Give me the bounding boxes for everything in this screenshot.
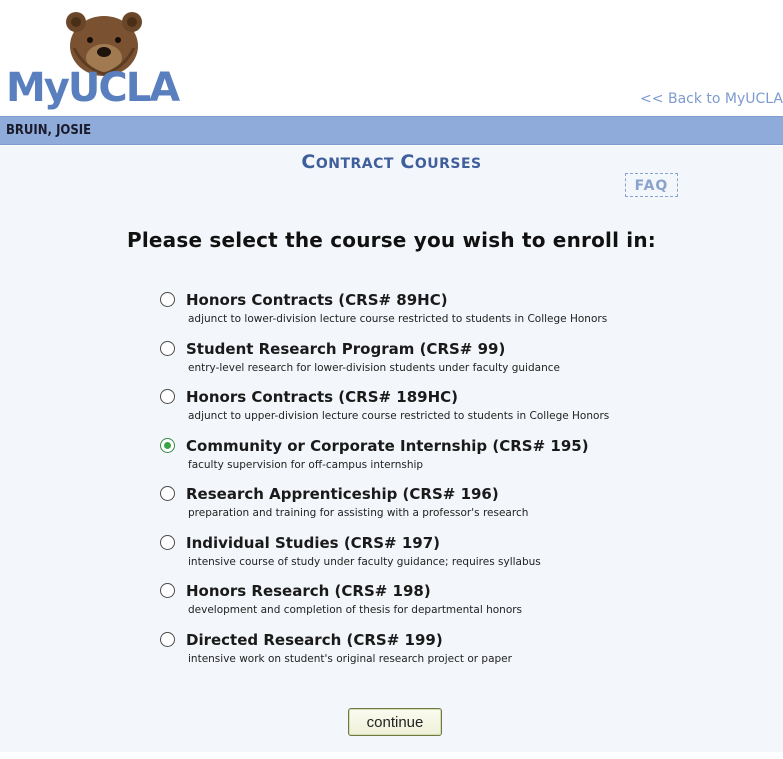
course-title[interactable]: Directed Research (CRS# 199) — [186, 631, 443, 649]
course-description: adjunct to upper-division lecture course… — [188, 410, 610, 422]
radio-button-icon[interactable] — [160, 583, 175, 598]
course-description: entry-level research for lower-division … — [188, 361, 560, 374]
selection-prompt: Please select the course you wish to enr… — [127, 228, 656, 252]
myucla-logo[interactable]: MyUCLA — [6, 8, 181, 110]
title-rest-1: ONTRACT — [315, 156, 394, 172]
back-to-myucla-link[interactable]: << Back to MyUCLA — [640, 91, 783, 107]
course-description: intensive work on student's original res… — [188, 652, 512, 665]
course-title[interactable]: Honors Contracts (CRS# 89HC) — [186, 291, 448, 309]
course-title[interactable]: Honors Research (CRS# 198) — [186, 582, 431, 600]
course-title[interactable]: Community or Corporate Internship (CRS# … — [186, 437, 589, 455]
course-description: preparation and training for assisting w… — [188, 507, 529, 519]
course-option[interactable]: Community or Corporate Internship (CRS# … — [160, 437, 760, 486]
title-rest-2: OURSES — [414, 156, 482, 172]
radio-button-icon[interactable] — [160, 292, 175, 307]
course-description: faculty supervision for off-campus inter… — [188, 458, 424, 471]
radio-button-icon[interactable] — [160, 340, 175, 356]
faq-link[interactable]: FAQ — [625, 173, 678, 197]
title-cap-2: C — [400, 151, 415, 173]
course-title[interactable]: Honors Contracts (CRS# 189HC) — [186, 388, 458, 406]
continue-button[interactable]: continue — [348, 708, 442, 736]
radio-button-icon[interactable] — [160, 631, 175, 647]
course-option[interactable]: Student Research Program (CRS# 99) entry-… — [160, 340, 760, 389]
course-option[interactable]: Honors Contracts (CRS# 189HC) adjunct to … — [160, 388, 760, 437]
user-bar: BRUIN, JOSIE — [0, 116, 783, 145]
radio-button-icon[interactable] — [160, 534, 175, 550]
course-option[interactable]: Honors Contracts (CRS# 89HC) adjunct to l… — [160, 291, 760, 340]
course-description: intensive course of study under faculty … — [188, 555, 541, 568]
radio-button-icon[interactable] — [160, 486, 175, 501]
course-options: Honors Contracts (CRS# 89HC) adjunct to l… — [160, 291, 760, 679]
user-name: BRUIN, JOSIE — [6, 123, 92, 138]
course-title[interactable]: Research Apprenticeship (CRS# 196) — [186, 485, 499, 503]
course-option[interactable]: Individual Studies (CRS# 197) intensive c… — [160, 534, 760, 583]
course-title[interactable]: Individual Studies (CRS# 197) — [186, 534, 440, 552]
title-cap-1: C — [301, 151, 316, 173]
radio-button-icon[interactable] — [160, 389, 175, 404]
page-title: CONTRACT COURSES — [0, 151, 783, 173]
radio-button-checked-icon[interactable] — [160, 437, 175, 453]
header: MyUCLA << Back to MyUCLA — [0, 0, 783, 116]
course-option[interactable]: Directed Research (CRS# 199) intensive wo… — [160, 631, 760, 680]
course-option[interactable]: Honors Research (CRS# 198) development an… — [160, 582, 760, 631]
logo-text: MyUCLA — [6, 65, 180, 111]
course-title[interactable]: Student Research Program (CRS# 99) — [186, 340, 505, 358]
course-description: adjunct to lower-division lecture course… — [188, 313, 608, 325]
page: MyUCLA << Back to MyUCLA BRUIN, JOSIE CO… — [0, 0, 783, 759]
course-option[interactable]: Research Apprenticeship (CRS# 196) prepar… — [160, 485, 760, 534]
course-description: development and completion of thesis for… — [188, 604, 523, 616]
main-content: CONTRACT COURSES FAQ Please select the c… — [0, 146, 783, 752]
